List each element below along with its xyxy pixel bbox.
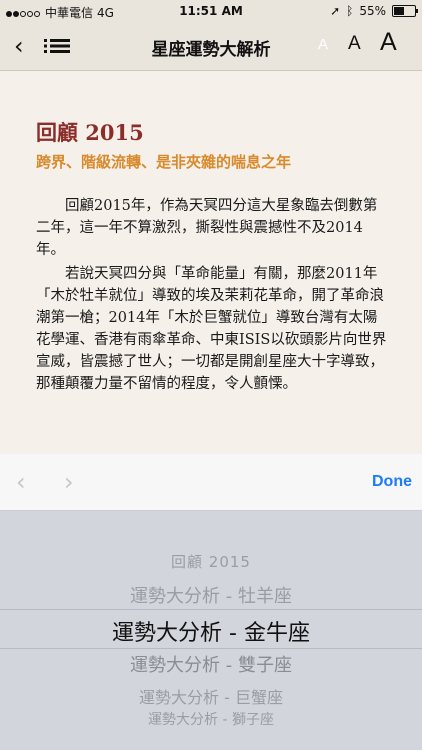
font-size-large-button[interactable]: A xyxy=(380,28,397,57)
font-size-medium-button[interactable]: A xyxy=(348,33,361,55)
battery-icon xyxy=(392,5,418,17)
picker-option[interactable]: 運勢大分析 - 牡羊座 xyxy=(0,582,422,608)
picker-option[interactable]: 運勢大分析 - 雙子座 xyxy=(0,651,422,677)
bluetooth-icon: ᛒ xyxy=(346,4,354,18)
picker-selection-bottom-line xyxy=(0,648,422,649)
article-paragraph: 若說天冥四分與「革命能量」有關，那麼2011年「木於牡羊就位」導致的埃及茉莉花革… xyxy=(36,266,387,392)
done-button[interactable]: Done xyxy=(372,473,412,491)
chevron-right-icon[interactable]: › xyxy=(64,468,74,496)
picker-option-selected[interactable]: 運勢大分析 - 金牛座 xyxy=(0,615,422,647)
picker-option[interactable]: 回顧 2015 xyxy=(0,551,422,572)
article-paragraph: 回顧2015年，作為天冥四分這大星象臨去倒數第二年，這一年不算激烈，撕裂性與震撼… xyxy=(36,198,378,258)
picker-option[interactable]: 運勢大分析 - 獅子座 xyxy=(0,709,422,729)
chapter-picker[interactable]: 回顧 2015 運勢大分析 - 牡羊座 運勢大分析 - 金牛座 運勢大分析 - … xyxy=(0,511,422,750)
status-bar: 中華電信 4G 11:51 AM ➚ ᛒ 55% xyxy=(0,0,422,22)
article-content: 回顧 2015 跨界、階級流轉、是非夾雜的喘息之年 回顧2015年，作為天冥四分… xyxy=(0,71,422,454)
nav-bar: ‹ 星座運勢大解析 A A A xyxy=(0,22,422,71)
status-right: ➚ ᛒ 55% xyxy=(330,4,418,18)
location-icon: ➚ xyxy=(330,4,341,18)
picker-option[interactable]: 運勢大分析 - 巨蟹座 xyxy=(0,684,422,708)
article-subheading: 跨界、階級流轉、是非夾雜的喘息之年 xyxy=(36,153,292,171)
picker-selection-top-line xyxy=(0,609,422,610)
font-size-small-button[interactable]: A xyxy=(318,36,328,53)
article-heading: 回顧 2015 xyxy=(36,120,144,145)
battery-label: 55% xyxy=(359,4,386,18)
picker-toolbar: ‹ › Done xyxy=(0,454,422,511)
chevron-left-icon[interactable]: ‹ xyxy=(16,468,26,496)
